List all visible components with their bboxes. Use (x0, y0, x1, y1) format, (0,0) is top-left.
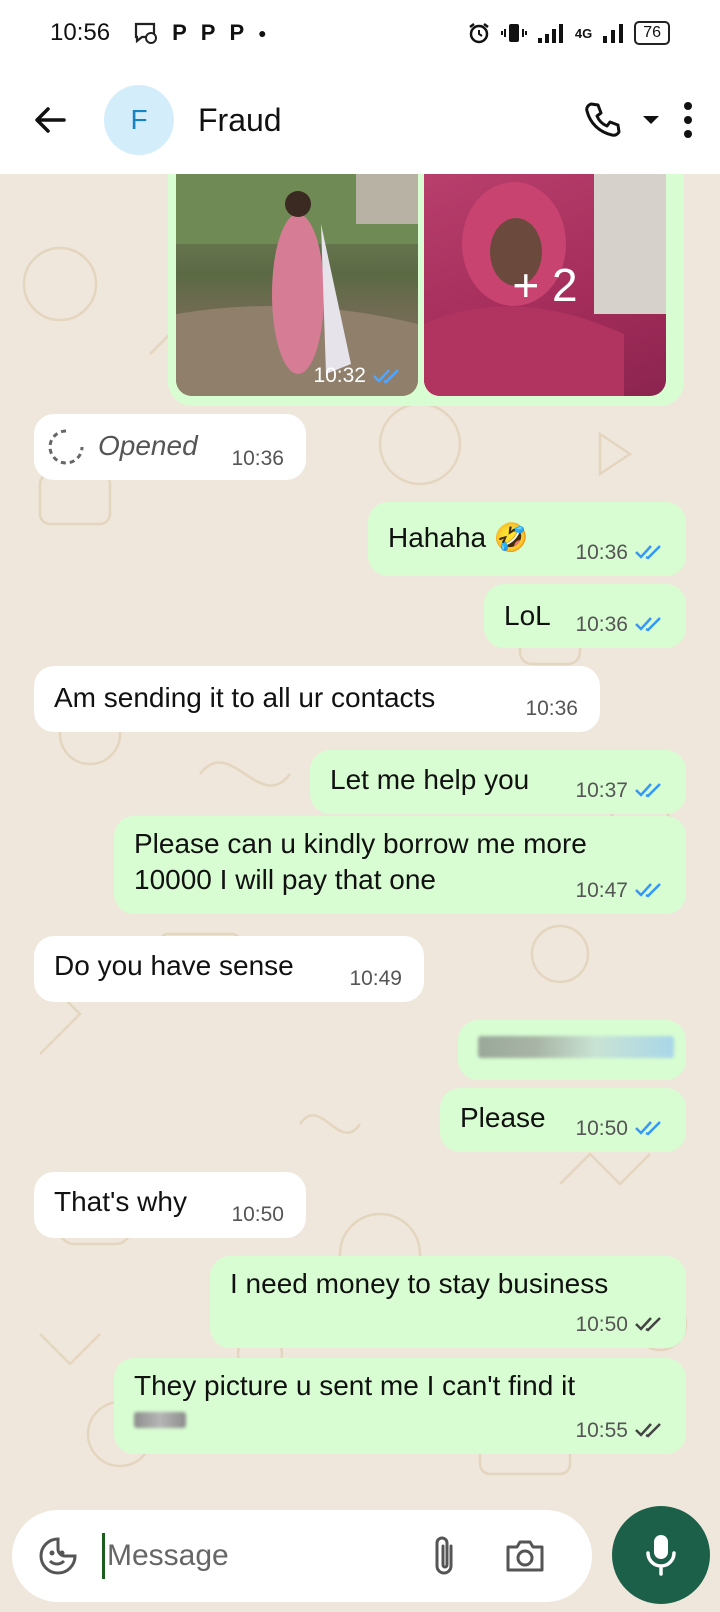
view-once-opened-icon (48, 429, 84, 465)
message-meta: 10:50 (575, 1311, 664, 1338)
photo-woman-in-pink-dress (176, 174, 418, 396)
message-input[interactable] (107, 1539, 417, 1573)
message-outgoing[interactable]: Let me help you 10:37 (310, 750, 686, 814)
sticker-button[interactable] (36, 1534, 80, 1578)
message-outgoing[interactable]: Hahaha 🤣 10:36 (368, 502, 686, 576)
read-ticks-icon (635, 617, 661, 632)
read-ticks-icon (373, 369, 399, 384)
read-ticks-icon (635, 1121, 661, 1136)
message-time: 10:49 (349, 966, 402, 990)
message-redacted[interactable] (458, 1020, 686, 1080)
message-time: 10:36 (575, 540, 628, 564)
album-image-2[interactable]: + 2 (424, 174, 666, 396)
message-outgoing[interactable]: LoL 10:36 (484, 584, 686, 648)
whatsapp-icon (134, 22, 158, 44)
system-icons: 4G 76 (467, 21, 670, 45)
message-outgoing[interactable]: Please 10:50 (440, 1088, 686, 1152)
read-ticks-icon (635, 883, 661, 898)
dot-icon: ● (258, 25, 267, 41)
attach-button[interactable] (423, 1534, 467, 1578)
message-text: Please (460, 1102, 546, 1133)
message-meta: 10:36 (575, 539, 664, 566)
message-time: 10:37 (575, 778, 628, 802)
message-time: 10:55 (575, 1418, 628, 1442)
avatar-letter: F (130, 104, 148, 135)
message-text: Do you have sense (54, 950, 294, 981)
delivered-ticks-icon (635, 1317, 661, 1332)
message-meta: 10:37 (575, 777, 664, 804)
message-outgoing[interactable]: Please can u kindly borrow me more 10000… (114, 816, 686, 914)
arrow-left-icon (35, 107, 66, 133)
signal-icon-2 (603, 24, 624, 43)
message-time: 10:50 (575, 1312, 628, 1336)
chat-area[interactable]: 10:32 + 2 Opened 10:36 Hahaha 🤣 10:36 Lo… (0, 174, 720, 1500)
message-view-once[interactable]: Opened 10:36 (34, 414, 306, 480)
phone-call-button[interactable] (582, 100, 622, 140)
dropdown-caret-icon[interactable] (640, 109, 662, 131)
more-options-button[interactable] (680, 100, 696, 140)
read-ticks-icon (635, 545, 661, 560)
p-icon: P (229, 20, 245, 45)
avatar[interactable]: F (104, 85, 174, 155)
sticker-icon (39, 1537, 77, 1575)
delivered-ticks-icon (635, 1423, 661, 1438)
status-time: 10:56 (50, 19, 111, 46)
message-time: 10:36 (525, 696, 578, 720)
message-time: 10:50 (231, 1202, 284, 1226)
more-images-count: + 2 (512, 259, 578, 311)
message-text: Let me help you (330, 764, 530, 795)
microphone-icon (646, 1535, 676, 1576)
message-time: 10:47 (575, 878, 628, 902)
message-incoming[interactable]: Am sending it to all ur contacts 10:36 (34, 666, 600, 732)
message-outgoing[interactable]: They picture u sent me I can't find it 1… (114, 1358, 686, 1454)
message-incoming[interactable]: Do you have sense 10:49 (34, 936, 424, 1002)
vibrate-icon (500, 24, 527, 42)
album-image-1-time: 10:32 (313, 364, 366, 387)
media-album[interactable]: 10:32 + 2 (168, 174, 684, 406)
battery-indicator: 76 (634, 21, 670, 45)
back-button[interactable] (26, 96, 74, 144)
message-time: 10:50 (575, 1116, 628, 1140)
message-time: 10:36 (575, 612, 628, 636)
message-composer (12, 1510, 592, 1602)
view-once-label: Opened (98, 430, 198, 461)
status-bar: 10:56 P P P ● 4G 76 (0, 0, 720, 66)
voice-message-button[interactable] (612, 1506, 710, 1604)
header-actions (582, 100, 696, 140)
message-meta: 10:36 (575, 611, 664, 638)
message-time: 10:36 (231, 446, 284, 470)
chat-header: F Fraud (0, 66, 720, 174)
message-meta: 10:55 (575, 1417, 664, 1444)
contact-name[interactable]: Fraud (198, 102, 282, 139)
message-text: They picture u sent me I can't find it (134, 1370, 576, 1401)
signal-icon (537, 24, 563, 43)
paperclip-icon (435, 1536, 453, 1575)
message-incoming[interactable]: That's why 10:50 (34, 1172, 306, 1238)
alarm-icon (469, 23, 489, 44)
album-image-1-meta: 10:32 (313, 364, 402, 388)
message-meta: 10:47 (575, 877, 664, 904)
redacted-content (478, 1036, 674, 1058)
message-text: LoL (504, 600, 551, 631)
message-text: That's why (54, 1186, 187, 1217)
camera-button[interactable] (501, 1534, 549, 1578)
p-icon: P (172, 20, 187, 45)
p-icon: P (200, 20, 216, 45)
message-text: I need money to stay business (230, 1268, 609, 1299)
message-text: Hahaha 🤣 (388, 522, 529, 553)
network-label: 4G (574, 25, 593, 41)
text-cursor (102, 1533, 105, 1579)
message-meta: 10:50 (575, 1115, 664, 1142)
redacted-emoji (134, 1412, 186, 1428)
notification-icons: P P P ● (132, 20, 267, 46)
message-text: Am sending it to all ur contacts (54, 682, 436, 713)
album-image-1[interactable]: 10:32 (176, 174, 418, 396)
message-outgoing[interactable]: I need money to stay business 10:50 (210, 1256, 686, 1348)
read-ticks-icon (635, 783, 661, 798)
camera-icon (506, 1540, 544, 1572)
